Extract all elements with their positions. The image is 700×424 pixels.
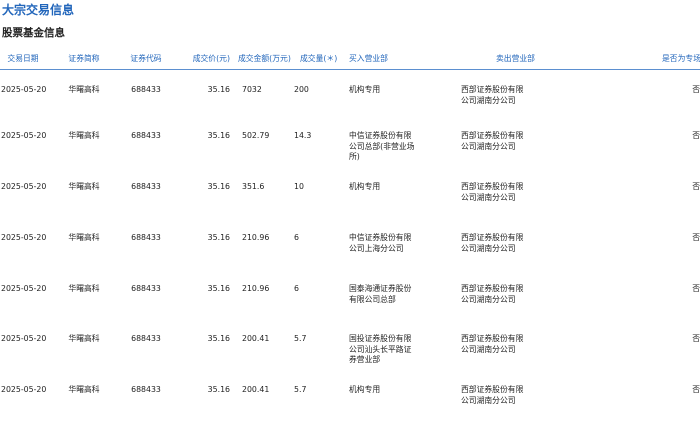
cell-price: 35.16 (207, 182, 230, 191)
cell-price: 35.16 (207, 85, 230, 94)
table-row: 2025-05-20 华曙高科 688433 35.16 210.96 6 中信… (0, 221, 700, 272)
cell-buyer: 机构专用 (349, 85, 381, 94)
column-header-code[interactable]: 证券代码 (120, 54, 172, 65)
cell-volume: 5.7 (294, 385, 307, 394)
cell-date: 2025-05-20 (1, 284, 47, 293)
cell-volume: 5.7 (294, 334, 307, 343)
cell-date: 2025-05-20 (1, 233, 47, 242)
cell-name[interactable]: 华曙高科 (57, 385, 111, 396)
cell-amount: 502.79 (242, 131, 270, 140)
cell-flag: 否 (692, 131, 700, 140)
cell-price: 35.16 (207, 385, 230, 394)
cell-name[interactable]: 华曙高科 (57, 334, 111, 345)
column-header-volume[interactable]: 成交量(＊) (300, 54, 346, 65)
cell-flag: 否 (692, 182, 700, 191)
section-title: 股票基金信息 (2, 27, 65, 39)
cell-flag: 否 (692, 233, 700, 242)
column-header-price[interactable]: 成交价(元) (180, 54, 230, 65)
cell-code[interactable]: 688433 (120, 334, 172, 345)
cell-amount: 7032 (242, 85, 262, 94)
table-row: 2025-05-20 华曙高科 688433 35.16 200.41 5.7 … (0, 322, 700, 373)
cell-date: 2025-05-20 (1, 85, 47, 94)
cell-buyer: 国投证券股份有限公司汕头长平路证券营业部 (349, 334, 412, 364)
cell-name[interactable]: 华曙高科 (57, 284, 111, 295)
cell-date: 2025-05-20 (1, 182, 47, 191)
cell-flag: 否 (692, 85, 700, 94)
cell-price: 35.16 (207, 334, 230, 343)
cell-price: 35.16 (207, 284, 230, 293)
cell-volume: 200 (294, 85, 309, 94)
cell-amount: 200.41 (242, 334, 270, 343)
column-header-date[interactable]: 交易日期 (1, 54, 45, 65)
cell-volume: 6 (294, 233, 299, 242)
column-header-flag[interactable]: 是否为专场 (656, 54, 700, 65)
cell-date: 2025-05-20 (1, 385, 47, 394)
cell-code[interactable]: 688433 (120, 284, 172, 295)
table-row: 2025-05-20 华曙高科 688433 35.16 351.6 10 机构… (0, 170, 700, 221)
cell-price: 35.16 (207, 233, 230, 242)
cell-seller: 西部证券股份有限公司湖南分公司 (461, 385, 524, 405)
cell-volume: 10 (294, 182, 304, 191)
cell-name[interactable]: 华曙高科 (57, 131, 111, 142)
table-row: 2025-05-20 华曙高科 688433 35.16 210.96 6 国泰… (0, 272, 700, 323)
cell-code[interactable]: 688433 (120, 85, 172, 96)
cell-seller: 西部证券股份有限公司湖南分公司 (461, 182, 524, 202)
column-header-buyer[interactable]: 买入营业部 (349, 54, 415, 65)
cell-volume: 14.3 (294, 131, 312, 140)
cell-volume: 6 (294, 284, 299, 293)
cell-code[interactable]: 688433 (120, 131, 172, 142)
cell-price: 35.16 (207, 131, 230, 140)
cell-name[interactable]: 华曙高科 (57, 85, 111, 96)
page-title: 大宗交易信息 (2, 3, 75, 17)
cell-buyer: 机构专用 (349, 385, 381, 394)
cell-amount: 210.96 (242, 233, 270, 242)
table-row: 2025-05-20 华曙高科 688433 35.16 7032 200 机构… (0, 73, 700, 124)
cell-flag: 否 (692, 385, 700, 394)
cell-buyer: 中信证券股份有限公司总部(非营业场所) (349, 131, 415, 161)
cell-name[interactable]: 华曙高科 (57, 233, 111, 244)
cell-date: 2025-05-20 (1, 334, 47, 343)
column-header-seller[interactable]: 卖出营业部 (496, 54, 562, 65)
cell-seller: 西部证券股份有限公司湖南分公司 (461, 131, 524, 151)
column-header-name[interactable]: 证券简称 (57, 54, 111, 65)
cell-seller: 西部证券股份有限公司湖南分公司 (461, 334, 524, 354)
table-row: 2025-05-20 华曙高科 688433 35.16 200.41 5.7 … (0, 373, 700, 424)
cell-amount: 210.96 (242, 284, 270, 293)
cell-buyer: 机构专用 (349, 182, 381, 191)
cell-seller: 西部证券股份有限公司湖南分公司 (461, 85, 524, 105)
cell-code[interactable]: 688433 (120, 385, 172, 396)
cell-name[interactable]: 华曙高科 (57, 182, 111, 193)
cell-amount: 351.6 (242, 182, 265, 191)
column-header-amount[interactable]: 成交金额(万元) (238, 54, 296, 65)
table-row: 2025-05-20 华曙高科 688433 35.16 502.79 14.3… (0, 119, 700, 170)
cell-date: 2025-05-20 (1, 131, 47, 140)
cell-amount: 200.41 (242, 385, 270, 394)
cell-flag: 否 (692, 334, 700, 343)
cell-buyer: 中信证券股份有限公司上海分公司 (349, 233, 412, 253)
cell-seller: 西部证券股份有限公司湖南分公司 (461, 284, 524, 304)
cell-flag: 否 (692, 284, 700, 293)
cell-code[interactable]: 688433 (120, 233, 172, 244)
cell-buyer: 国泰海通证券股份有限公司总部 (349, 284, 412, 304)
table-header: 交易日期 证券简称 证券代码 成交价(元) 成交金额(万元) 成交量(＊) 买入… (0, 49, 700, 70)
cell-code[interactable]: 688433 (120, 182, 172, 193)
cell-seller: 西部证券股份有限公司湖南分公司 (461, 233, 524, 253)
